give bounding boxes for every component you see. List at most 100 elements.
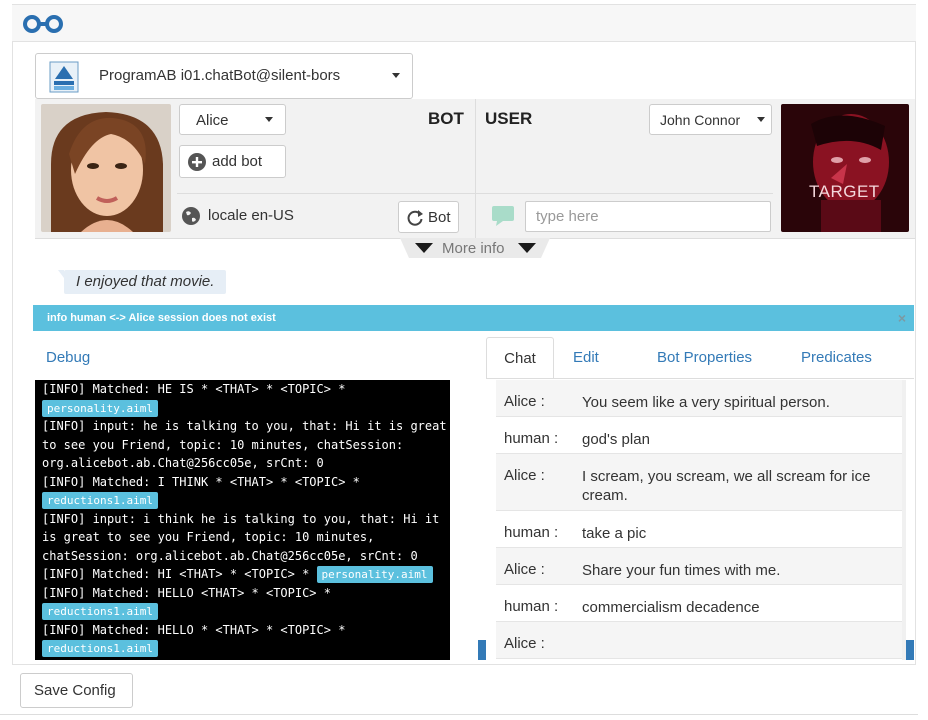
alert-message: info human <-> Alice session does not ex… <box>47 312 276 324</box>
console-line: personality.aiml <box>42 399 450 418</box>
console-text: [INFO] Matched: HELLO * <THAT> * <TOPIC>… <box>42 622 346 637</box>
service-name: ProgramAB i01.chatBot@silent-bors <box>99 67 341 84</box>
speech-bubble-icon <box>492 206 514 226</box>
tab-bar: Chat Edit Bot Properties Predicates <box>486 337 916 379</box>
console-text: [INFO] Matched: HELLO <THAT> * <TOPIC> * <box>42 585 331 600</box>
chat-row: Alice : Share your fun times with me. <box>496 548 902 585</box>
chat-message: god's plan <box>582 431 650 448</box>
save-config-label: Save Config <box>34 682 116 699</box>
console-line: [INFO] Matched: HE IS * <THAT> * <TOPIC>… <box>42 380 450 399</box>
console-line: to see you Friend, topic: 10 minutes, ch… <box>42 436 450 455</box>
console-text: org.alicebot.ab.Chat@256cc05e, srCnt: 0 <box>42 456 324 470</box>
service-select[interactable]: ProgramAB i01.chatBot@silent-bors <box>35 53 413 99</box>
console-text: is great to see you Friend, topic: 10 mi… <box>42 530 375 544</box>
console-line: [INFO] input: he is talking to you, that… <box>42 417 450 436</box>
user-heading: USER <box>485 109 533 128</box>
chat-message: Share your fun times with me. <box>582 562 781 579</box>
console-line: [INFO] Matched: HELLO <THAT> * <TOPIC> * <box>42 584 450 603</box>
scroll-marker <box>478 640 486 660</box>
aiml-file-tag[interactable]: reductions1.aiml <box>42 492 158 509</box>
avatar-caption: TARGET <box>809 182 880 201</box>
bot-avatar <box>41 104 171 232</box>
tab-debug[interactable]: Debug <box>46 349 90 366</box>
console-line: reductions1.aiml <box>42 602 450 621</box>
tab-chat[interactable]: Chat <box>486 337 554 379</box>
bot-heading: BOT <box>428 109 464 128</box>
chat-input[interactable] <box>526 202 770 231</box>
aiml-file-tag[interactable]: personality.aiml <box>42 399 158 417</box>
chat-row: Alice : <box>496 622 902 659</box>
more-info-toggle[interactable]: More info <box>400 238 550 258</box>
console-line: [INFO] Matched: HELLO * <THAT> * <TOPIC>… <box>42 621 450 640</box>
console-text: [INFO] input: hello mr thompson, that: I… <box>42 660 439 661</box>
user-select-value: John Connor <box>660 112 741 128</box>
caret-down-icon <box>415 243 433 253</box>
chat-speaker: Alice : <box>504 467 545 484</box>
chat-speaker: Alice : <box>504 635 545 652</box>
chevron-down-icon <box>392 73 400 78</box>
bot-select-value: Alice <box>196 112 229 129</box>
chat-speaker: human : <box>504 524 559 541</box>
infinity-icon[interactable] <box>20 11 66 37</box>
aiml-file-tag[interactable]: personality.aiml <box>316 566 433 583</box>
console-line: org.alicebot.ab.Chat@256cc05e, srCnt: 0 <box>42 454 450 473</box>
reload-bot-button[interactable]: Bot <box>398 201 459 233</box>
console-text: [INFO] Matched: HE IS * <THAT> * <TOPIC>… <box>42 382 346 396</box>
console-line: [INFO] Matched: HI <THAT> * <TOPIC> * pe… <box>42 565 450 584</box>
chat-row: Alice : I scream, you scream, we all scre… <box>496 454 902 511</box>
console-text: [INFO] input: i think he is talking to y… <box>42 511 440 526</box>
chat-speaker: human : <box>504 598 559 615</box>
chat-speaker: human : <box>504 430 559 447</box>
save-config-button[interactable]: Save Config <box>20 673 133 708</box>
tab-predicates[interactable]: Predicates <box>801 337 872 379</box>
chat-message: You seem like a very spiritual person. <box>582 394 830 411</box>
tab-edit[interactable]: Edit <box>573 337 599 379</box>
chat-speaker: Alice : <box>504 561 545 578</box>
chevron-down-icon <box>265 117 273 122</box>
divider <box>475 99 476 239</box>
close-icon[interactable]: × <box>898 310 906 326</box>
console-line: reductions1.aiml <box>42 639 450 658</box>
console-text: to see you Friend, topic: 10 minutes, ch… <box>42 437 404 452</box>
chat-speaker: Alice : <box>504 393 545 410</box>
user-select[interactable]: John Connor <box>649 104 772 135</box>
console-text: chatSession: org.alicebot.ab.Chat@256cc0… <box>42 548 418 563</box>
reload-bot-label: Bot <box>428 209 451 226</box>
chat-row: human : take a pic <box>496 511 902 548</box>
info-alert: info human <-> Alice session does not ex… <box>33 305 914 331</box>
console-line: chatSession: org.alicebot.ab.Chat@256cc0… <box>42 547 450 566</box>
chat-message: commercialism decadence <box>582 599 760 616</box>
chat-message: I scream, you scream, we all scream for … <box>582 468 871 504</box>
console-line: [INFO] input: i think he is talking to y… <box>42 510 450 529</box>
user-avatar: TARGET <box>781 104 909 232</box>
divider <box>476 193 773 194</box>
locale-label: locale en-US <box>208 207 294 224</box>
divider <box>486 378 914 379</box>
add-bot-button[interactable]: add bot <box>179 145 286 178</box>
console-line: is great to see you Friend, topic: 10 mi… <box>42 528 450 547</box>
aiml-file-tag[interactable]: reductions1.aiml <box>42 640 158 657</box>
plus-circle-icon <box>188 153 206 171</box>
globe-icon <box>182 207 200 225</box>
tab-bot-properties[interactable]: Bot Properties <box>657 337 752 379</box>
divider <box>0 714 918 715</box>
debug-console[interactable]: [INFO] Matched: HE IS * <THAT> * <TOPIC>… <box>35 380 450 660</box>
scrollbar[interactable] <box>902 380 906 660</box>
chat-log[interactable]: Alice : You seem like a very spiritual pe… <box>486 380 906 660</box>
console-line: [INFO] input: hello mr thompson, that: I… <box>42 658 450 661</box>
console-text: [INFO] Matched: HI <THAT> * <TOPIC> * <box>42 567 317 581</box>
console-text: [INFO] input: he is talking to you, that… <box>42 419 447 433</box>
add-bot-label: add bot <box>212 153 263 170</box>
aiml-file-tag[interactable]: reductions1.aiml <box>42 603 158 620</box>
alice-logo <box>49 61 79 93</box>
chat-row: human : commercialism decadence <box>496 585 902 622</box>
divider <box>177 193 475 194</box>
scroll-marker <box>906 640 914 660</box>
bot-user-panel: Alice add bot BOT USER locale en-US Bot … <box>35 99 915 239</box>
console-line: reductions1.aiml <box>42 491 450 510</box>
chat-row: human : god's plan <box>496 417 902 454</box>
bot-select[interactable]: Alice <box>179 104 286 135</box>
top-bar <box>12 4 916 42</box>
refresh-icon <box>407 210 423 226</box>
divider <box>12 664 916 665</box>
